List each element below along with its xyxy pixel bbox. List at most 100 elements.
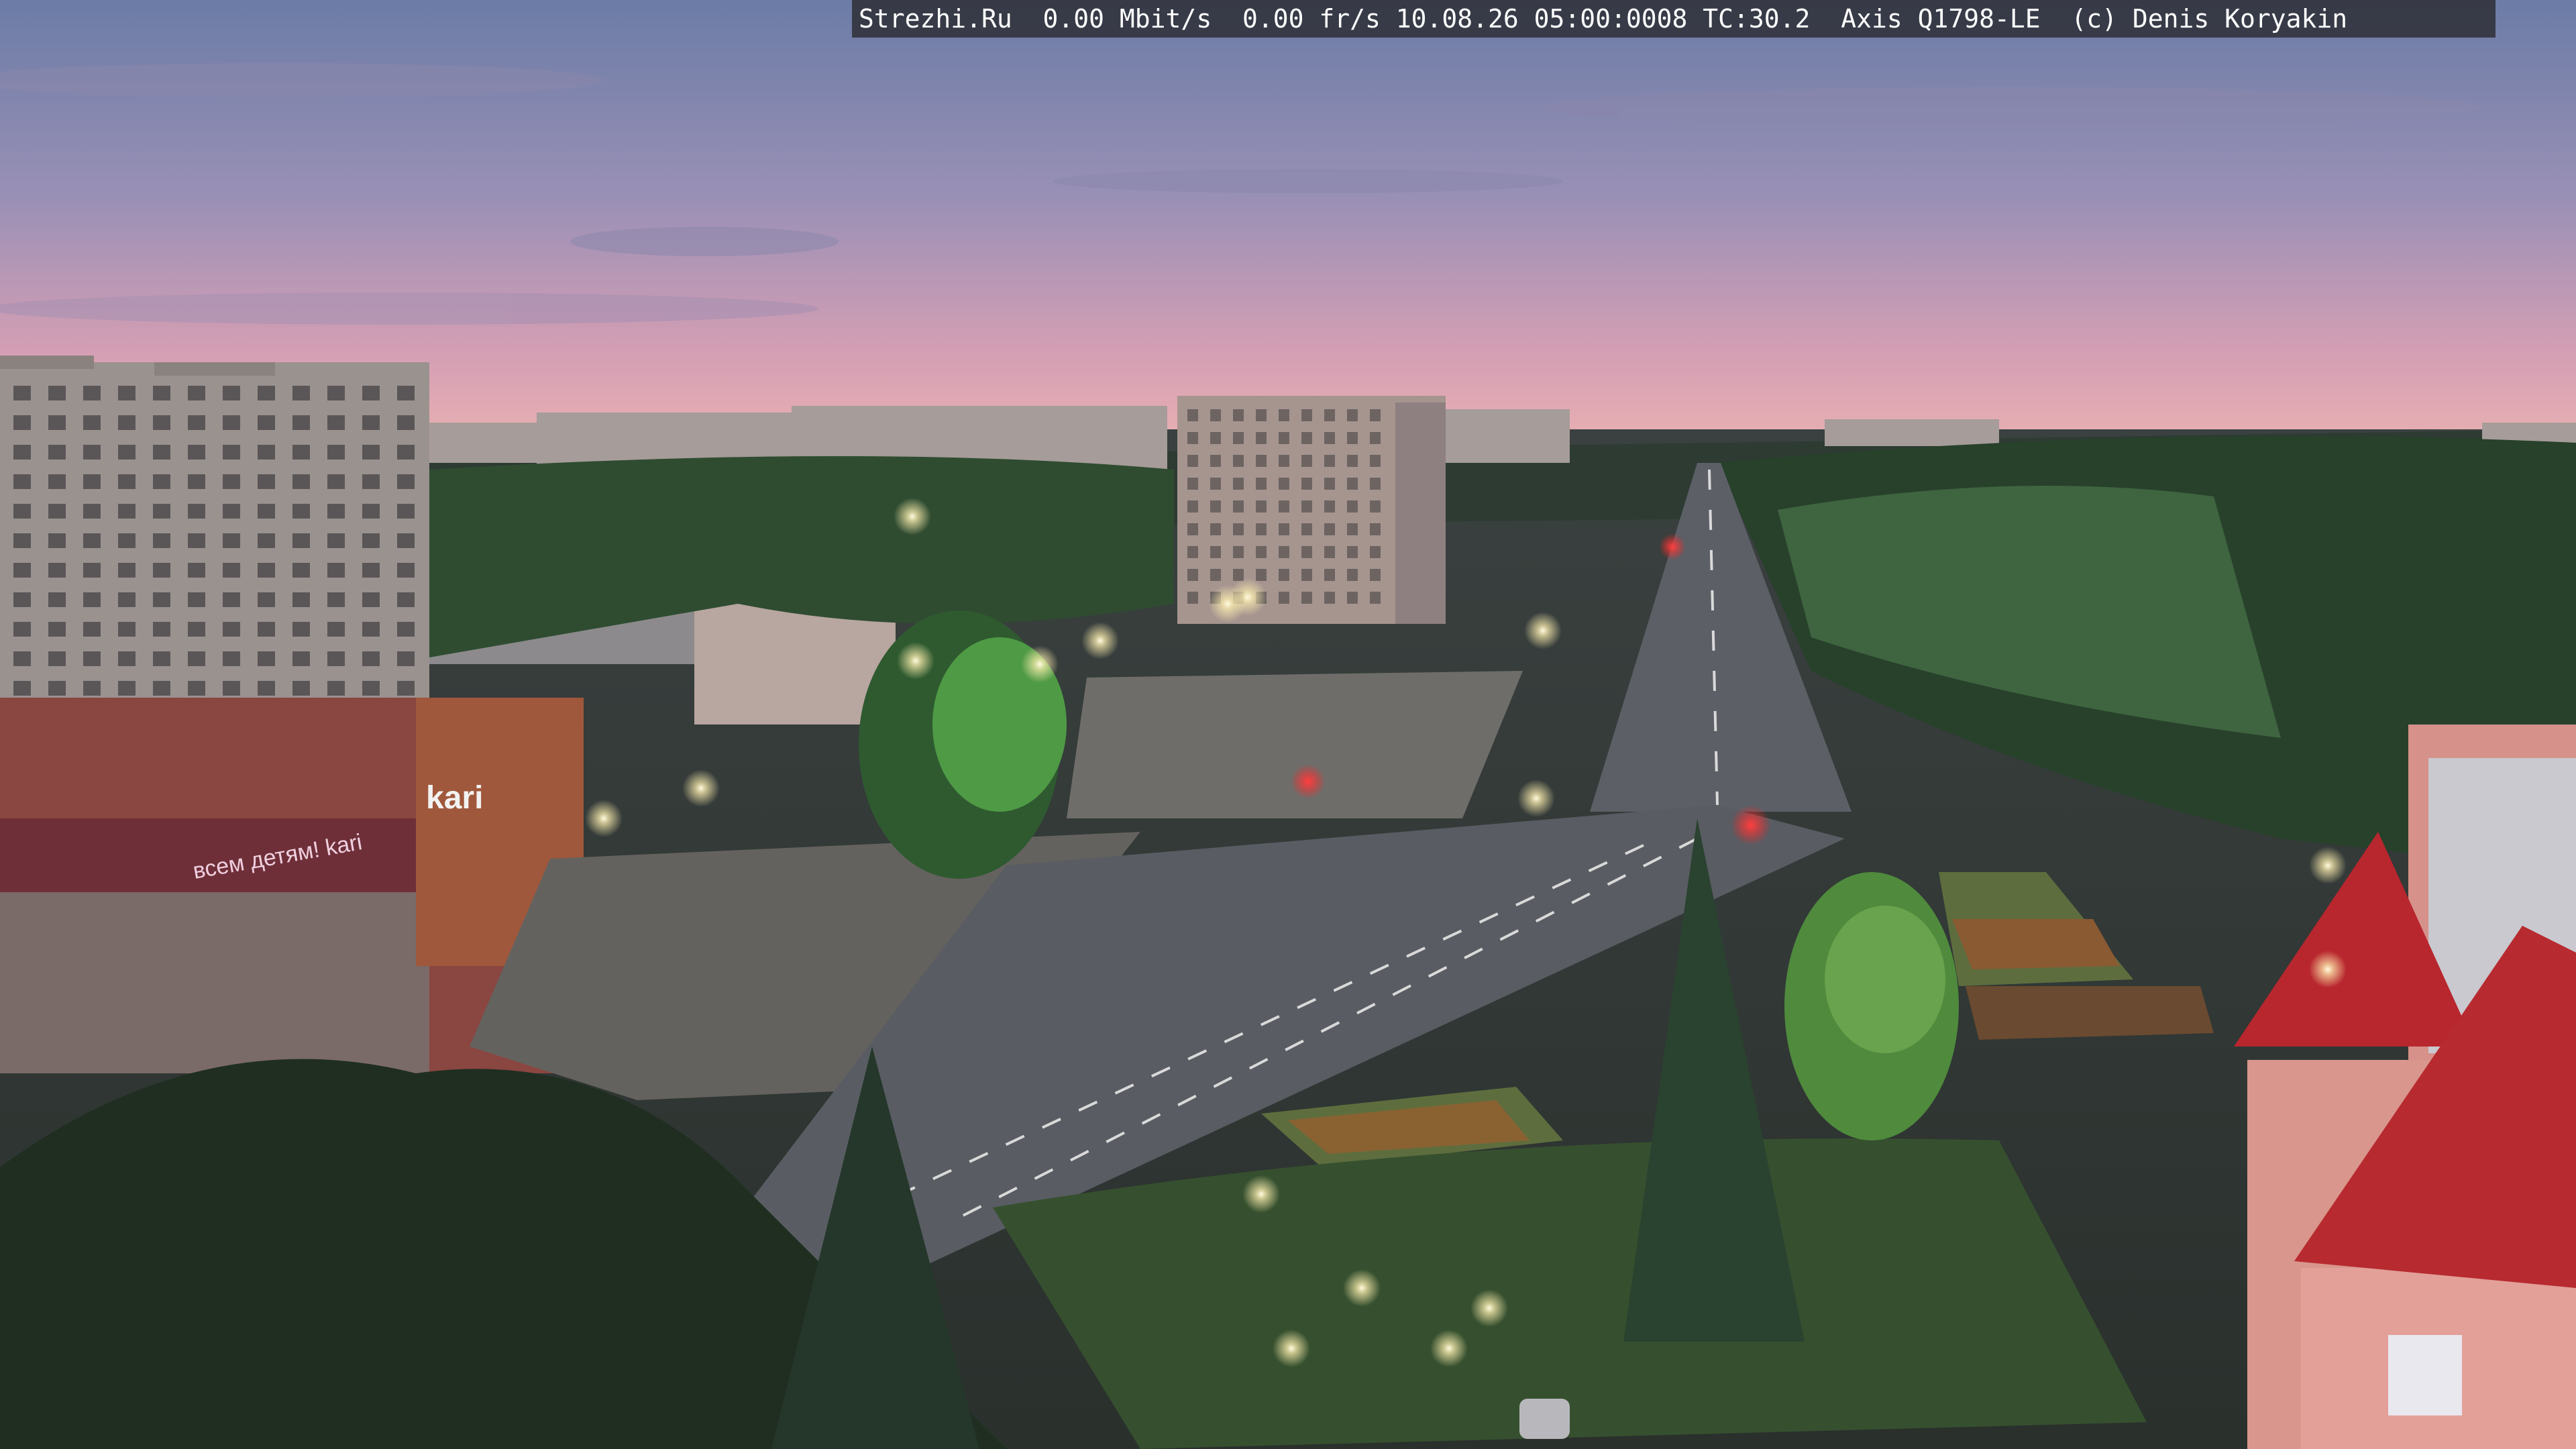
window: [1301, 478, 1312, 490]
street-lamp-glow: [897, 642, 934, 680]
window: [48, 681, 66, 696]
window: [223, 592, 240, 607]
street-lamp-glow: [1524, 612, 1562, 649]
window: [118, 681, 136, 696]
window: [1210, 546, 1221, 558]
window: [1256, 409, 1267, 421]
window: [1233, 409, 1244, 421]
window: [188, 622, 205, 637]
window: [1187, 569, 1198, 581]
window: [327, 445, 345, 460]
window: [1370, 500, 1381, 513]
window: [292, 651, 310, 666]
window: [223, 563, 240, 578]
parked-car: [1519, 1399, 1570, 1439]
window: [362, 415, 380, 430]
window: [188, 651, 205, 666]
window: [153, 415, 170, 430]
window: [13, 622, 31, 637]
window: [397, 592, 415, 607]
window: [118, 592, 136, 607]
window: [223, 651, 240, 666]
window: [327, 681, 345, 696]
street-lamp-glow: [682, 769, 720, 807]
window: [397, 622, 415, 637]
window: [362, 504, 380, 519]
window: [83, 622, 101, 637]
window: [1347, 432, 1358, 444]
street-lamp-glow: [585, 800, 623, 837]
street-lamp-glow: [1273, 1330, 1310, 1367]
window: [223, 415, 240, 430]
window: [1233, 455, 1244, 467]
window: [292, 592, 310, 607]
window: [292, 681, 310, 696]
window: [48, 504, 66, 519]
street-lamp-glow: [1021, 645, 1059, 683]
window: [1210, 500, 1221, 513]
window: [397, 533, 415, 548]
window: [1347, 546, 1358, 558]
window: [188, 681, 205, 696]
window: [362, 622, 380, 637]
window: [1256, 500, 1267, 513]
street-lamp-glow: [1081, 622, 1119, 659]
window: [188, 445, 205, 460]
window: [1347, 409, 1358, 421]
store-sign-kari: kari: [426, 780, 483, 816]
window: [327, 622, 345, 637]
window: [48, 651, 66, 666]
window: [223, 533, 240, 548]
window: [1324, 523, 1335, 535]
window: [1370, 569, 1381, 581]
window: [153, 651, 170, 666]
window: [13, 445, 31, 460]
window: [397, 563, 415, 578]
window: [1370, 455, 1381, 467]
window: [153, 504, 170, 519]
window: [48, 592, 66, 607]
window: [118, 563, 136, 578]
window: [1279, 569, 1289, 581]
window: [258, 681, 275, 696]
window: [327, 592, 345, 607]
window: [118, 474, 136, 489]
street-lamp-glow: [1242, 1175, 1280, 1213]
window: [1187, 592, 1198, 604]
window: [1347, 569, 1358, 581]
window: [83, 474, 101, 489]
window: [1187, 409, 1198, 421]
window: [1324, 546, 1335, 558]
window: [1233, 546, 1244, 558]
window: [1301, 409, 1312, 421]
window: [118, 533, 136, 548]
window: [13, 533, 31, 548]
window: [362, 681, 380, 696]
window: [327, 415, 345, 430]
window: [362, 563, 380, 578]
window: [188, 533, 205, 548]
window: [1347, 500, 1358, 513]
window: [48, 386, 66, 400]
window: [1233, 500, 1244, 513]
window: [292, 474, 310, 489]
window: [223, 445, 240, 460]
window: [153, 592, 170, 607]
window: [1187, 432, 1198, 444]
window: [83, 592, 101, 607]
window: [153, 445, 170, 460]
window: [1187, 500, 1198, 513]
window: [292, 563, 310, 578]
window: [223, 386, 240, 400]
window: [397, 445, 415, 460]
window: [1301, 546, 1312, 558]
window: [258, 651, 275, 666]
window: [13, 563, 31, 578]
window: [1301, 432, 1312, 444]
window: [188, 386, 205, 400]
window: [1370, 432, 1381, 444]
window: [1187, 455, 1198, 467]
street-lamp-glow: [1470, 1289, 1508, 1327]
window: [118, 415, 136, 430]
window: [83, 563, 101, 578]
